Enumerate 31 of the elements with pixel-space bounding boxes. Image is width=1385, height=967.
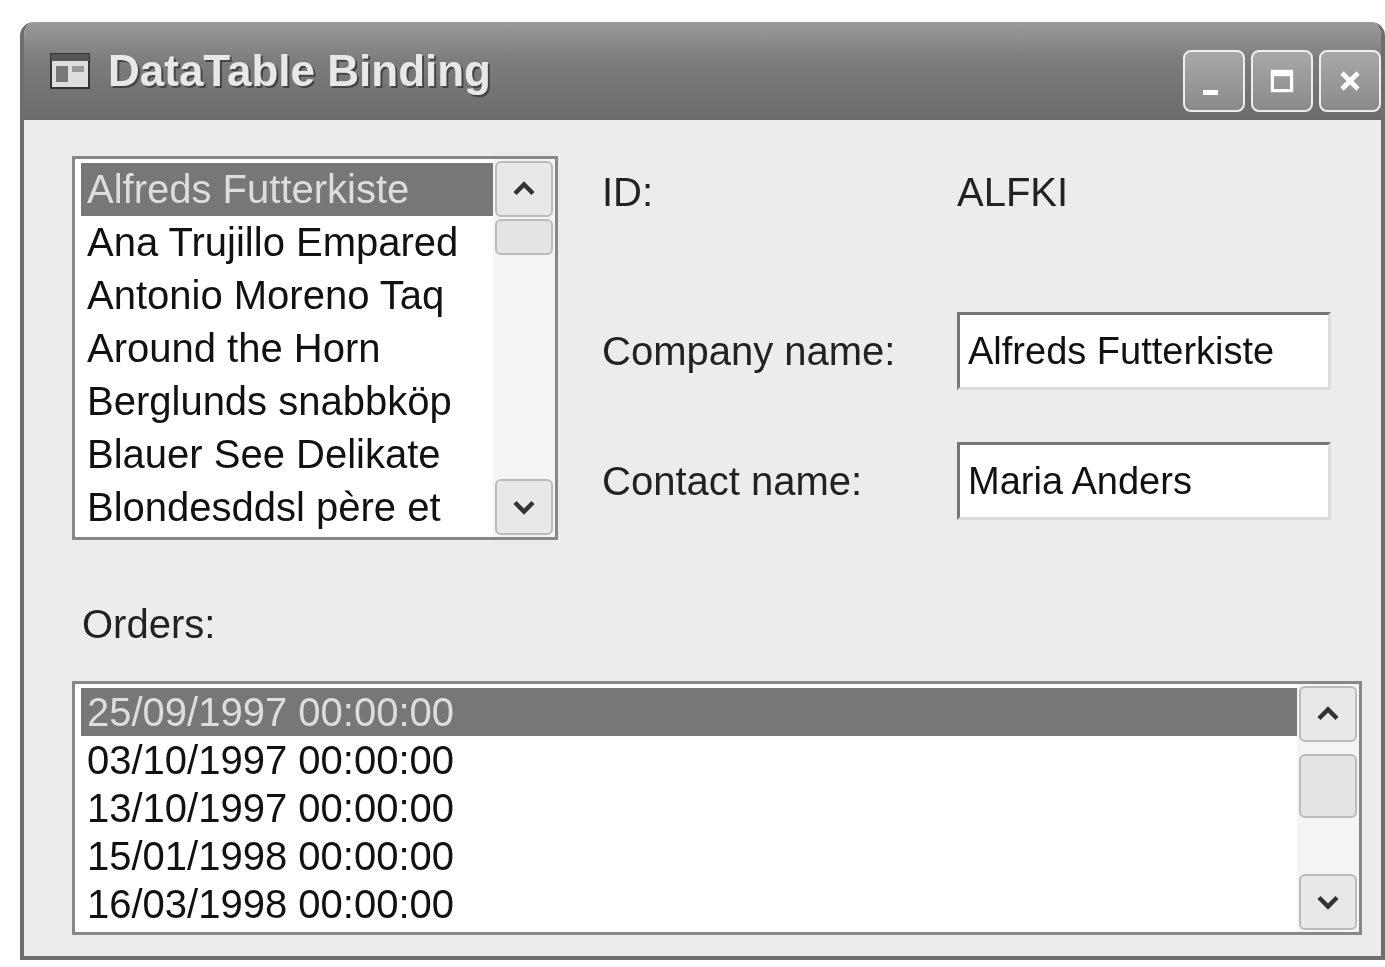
scroll-down-button[interactable]	[1299, 874, 1357, 930]
field-label: Contact name:	[602, 458, 864, 504]
customer-item[interactable]: Berglunds snabbköp	[81, 375, 493, 428]
minimize-icon	[1202, 89, 1218, 95]
order-item[interactable]: 03/10/1997 00:00:00	[81, 736, 1297, 784]
maximize-button[interactable]	[1251, 50, 1313, 112]
order-item[interactable]: 13/10/1997 00:00:00	[81, 784, 1297, 832]
order-item[interactable]: 15/01/1998 00:00:00	[81, 832, 1297, 880]
customer-item[interactable]: Blondesddsl père et	[81, 481, 493, 534]
text-field[interactable]: Maria Anders	[957, 442, 1331, 520]
scroll-up-button[interactable]	[1299, 686, 1357, 742]
orders-list[interactable]: 25/09/1997 00:00:00 03/10/1997 00:00:00 13/10/1997 00:00:00 15/01/1998 00:00:00 16/03/1998 00:00:00	[72, 681, 1362, 935]
field-label: Company name:	[602, 328, 897, 374]
customer-item[interactable]: Around the Horn	[81, 322, 493, 375]
minimize-button[interactable]	[1183, 50, 1245, 112]
close-button[interactable]	[1319, 50, 1381, 112]
scroll-thumb[interactable]	[495, 219, 553, 255]
id-value: ALFKI	[957, 169, 1069, 215]
customer-item[interactable]: Ana Trujillo Empared	[81, 216, 493, 269]
customer-item[interactable]: Blauer See Delikate	[81, 428, 493, 481]
customer-list[interactable]: Alfreds Futterkiste Ana Trujillo Empared Antonio Moreno Taq Around the Horn Berglunds snabbköp Blauer See Delikate Blondesddsl père et	[72, 156, 558, 540]
order-item[interactable]: 16/03/1998 00:00:00	[81, 880, 1297, 928]
window-icon	[50, 53, 90, 89]
scroll-down-button[interactable]	[495, 479, 553, 535]
scroll-up-button[interactable]	[495, 161, 553, 217]
customer-item[interactable]: Antonio Moreno Taq	[81, 269, 493, 322]
text-field[interactable]: Alfreds Futterkiste	[957, 312, 1331, 390]
field-label: ID:	[602, 169, 655, 215]
scroll-thumb[interactable]	[1299, 754, 1357, 818]
orders-label: Orders:	[82, 602, 217, 647]
window-title: DataTable Binding	[108, 46, 492, 96]
